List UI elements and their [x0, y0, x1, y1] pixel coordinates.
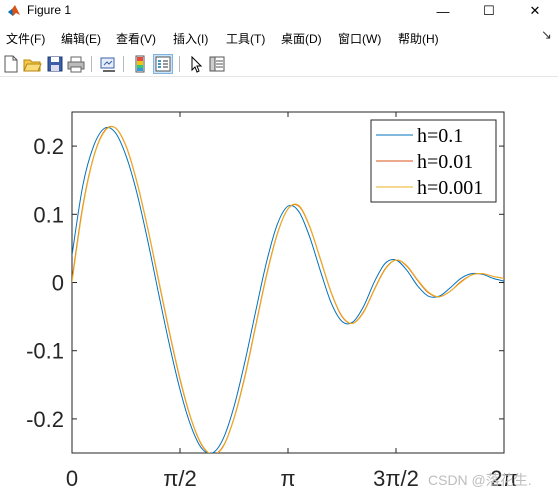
new-figure-button[interactable] — [1, 54, 21, 74]
link-plot-button[interactable] — [98, 54, 118, 74]
toolbar-separator — [123, 56, 124, 72]
menu-desktop[interactable]: 桌面(D) — [281, 30, 322, 47]
property-inspector-icon — [209, 56, 225, 72]
new-figure-icon — [4, 55, 18, 73]
figure-canvas: 0 π/2 π 3π/2 2π 0.2 0.1 0 -0.1 -0.2 h=0.1 h=0.01 h… — [0, 78, 558, 499]
save-icon — [47, 56, 63, 72]
menu-edit[interactable]: 编辑(E) — [61, 30, 101, 47]
property-inspector-button[interactable] — [207, 54, 227, 74]
toolbar-separator — [91, 56, 92, 72]
y-tick-label: -0.1 — [26, 339, 64, 364]
open-file-icon — [23, 59, 42, 72]
colorbar-button[interactable] — [130, 54, 150, 74]
menu-help[interactable]: 帮助(H) — [398, 30, 439, 47]
menu-tools[interactable]: 工具(T) — [226, 30, 265, 47]
colorbar-icon — [135, 55, 145, 73]
y-tick-label: 0 — [52, 271, 64, 296]
menu-insert[interactable]: 插入(I) — [173, 30, 208, 47]
watermark-text: CSDN @落花生. — [428, 472, 532, 488]
y-tick-label: -0.2 — [26, 407, 64, 432]
legend-icon — [155, 56, 171, 72]
minimize-icon: — — [436, 3, 450, 19]
maximize-button[interactable]: ☐ — [466, 0, 512, 22]
matlab-logo-icon — [8, 5, 20, 16]
open-file-button[interactable] — [22, 54, 42, 74]
title-bar: Figure 1 — ☐ ✕ — [0, 0, 558, 22]
menu-bar: 文件(F) 编辑(E) 查看(V) 插入(I) 工具(T) 桌面(D) 窗口(W… — [0, 27, 558, 49]
y-tick-label: 0.1 — [33, 202, 64, 227]
y-tick-label: 0.2 — [33, 134, 64, 159]
minimize-button[interactable]: — — [420, 0, 466, 22]
close-icon: ✕ — [529, 3, 541, 18]
x-tick-label: 0 — [66, 466, 78, 491]
toolbar-separator — [179, 56, 180, 72]
legend-label: h=0.01 — [417, 151, 473, 173]
close-button[interactable]: ✕ — [512, 0, 558, 22]
x-tick-label: 3π/2 — [373, 466, 419, 491]
legend[interactable]: h=0.1 h=0.01 h=0.001 — [370, 119, 497, 203]
legend-label: h=0.1 — [417, 125, 463, 147]
maximize-icon: ☐ — [483, 3, 495, 18]
x-tick-label: π/2 — [163, 466, 197, 491]
print-button[interactable] — [66, 54, 86, 74]
menu-overflow-icon[interactable]: ↘ — [541, 27, 552, 43]
x-tick-label: π — [280, 466, 295, 491]
pointer-button[interactable] — [186, 54, 206, 74]
legend-label: h=0.001 — [417, 177, 483, 199]
window-title: Figure 1 — [27, 3, 72, 17]
save-button[interactable] — [45, 54, 65, 74]
link-plot-icon — [100, 57, 115, 72]
menu-file[interactable]: 文件(F) — [6, 30, 45, 47]
print-icon — [67, 56, 85, 73]
pointer-icon — [191, 55, 203, 73]
menu-window[interactable]: 窗口(W) — [338, 30, 381, 47]
plot-svg: 0 π/2 π 3π/2 2π 0.20.10-0.1-0.2 h=0.1h=0.01h… — [26, 111, 518, 491]
menu-view[interactable]: 查看(V) — [116, 30, 156, 47]
toolbar — [0, 51, 558, 77]
legend-button[interactable] — [153, 54, 173, 74]
